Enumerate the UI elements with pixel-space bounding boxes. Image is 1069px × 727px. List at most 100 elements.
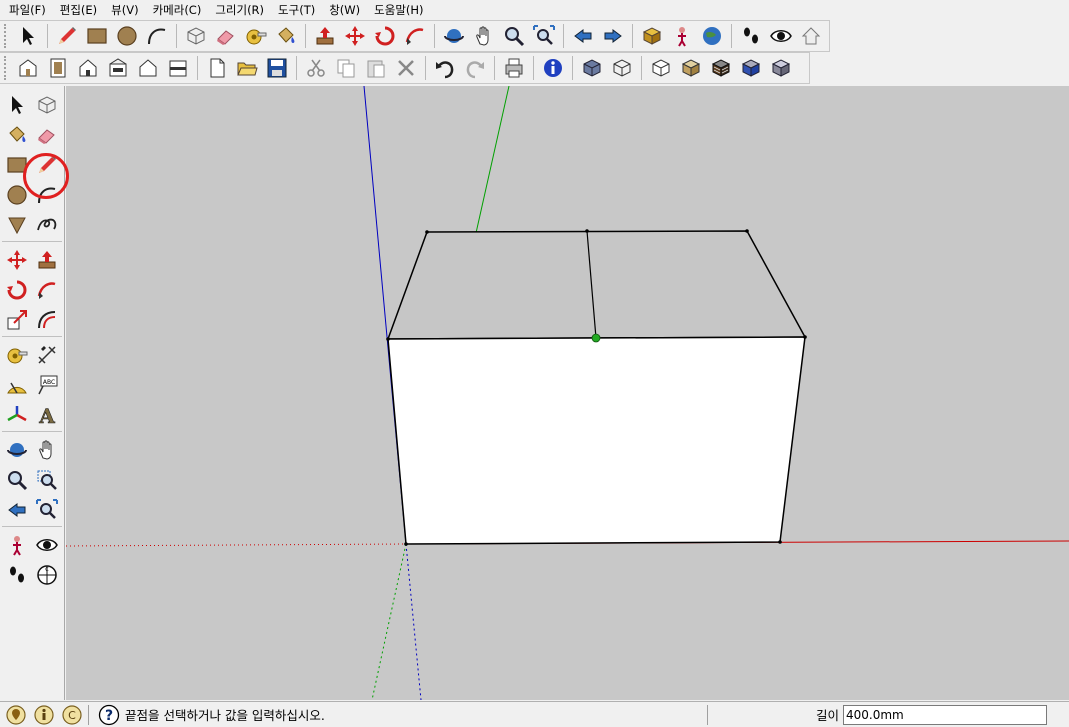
select-arrow-icon[interactable]	[13, 22, 43, 50]
next-view-icon[interactable]	[598, 22, 628, 50]
arc-icon[interactable]	[32, 180, 62, 210]
paint-bucket-icon[interactable]	[2, 120, 32, 150]
pan-hand-icon[interactable]	[32, 435, 62, 465]
arc-icon[interactable]	[142, 22, 172, 50]
paint-bucket-icon[interactable]	[271, 22, 301, 50]
shaded-texture-icon[interactable]	[706, 54, 736, 82]
right-view-icon[interactable]	[103, 54, 133, 82]
geo-location-icon[interactable]	[4, 703, 28, 727]
look-around-icon[interactable]	[766, 22, 796, 50]
zoom-icon[interactable]	[499, 22, 529, 50]
wireframe-icon[interactable]	[607, 54, 637, 82]
box-top-face[interactable]	[386, 230, 807, 340]
cut-icon[interactable]	[301, 54, 331, 82]
rectangle-icon[interactable]	[2, 150, 32, 180]
scale-icon[interactable]	[2, 305, 32, 335]
freehand-icon[interactable]	[32, 210, 62, 240]
move-icon[interactable]	[2, 245, 32, 275]
rotate-icon[interactable]	[2, 275, 32, 305]
top-view-icon[interactable]	[43, 54, 73, 82]
walk-icon[interactable]	[736, 22, 766, 50]
toolbar-grip[interactable]	[4, 56, 10, 80]
section-plane-icon[interactable]: C	[32, 560, 62, 590]
circle-icon[interactable]	[112, 22, 142, 50]
menu-item-0[interactable]: 파일(F)	[2, 0, 53, 20]
menu-item-2[interactable]: 뷰(V)	[104, 0, 145, 20]
credits-icon[interactable]	[32, 703, 56, 727]
pencil-line-icon[interactable]	[52, 22, 82, 50]
menu-item-6[interactable]: 창(W)	[322, 0, 367, 20]
select-arrow-icon[interactable]	[2, 90, 32, 120]
dimension-icon[interactable]	[32, 340, 62, 370]
move-icon[interactable]	[340, 22, 370, 50]
orbit-icon[interactable]	[439, 22, 469, 50]
iso-view-icon[interactable]	[13, 54, 43, 82]
measurement-input[interactable]: 400.0mm	[843, 704, 1048, 725]
eraser-icon[interactable]	[32, 120, 62, 150]
help-icon[interactable]: ?	[97, 703, 121, 727]
model-canvas[interactable]	[66, 86, 1069, 700]
follow-me-icon[interactable]	[400, 22, 430, 50]
save-file-icon[interactable]	[262, 54, 292, 82]
monochrome-icon[interactable]	[736, 54, 766, 82]
menu-item-5[interactable]: 도구(T)	[271, 0, 322, 20]
eraser-icon[interactable]	[211, 22, 241, 50]
look-around-icon[interactable]	[32, 530, 62, 560]
pencil-line-icon[interactable]	[32, 150, 62, 180]
undo-icon[interactable]	[430, 54, 460, 82]
polygon-icon[interactable]	[2, 210, 32, 240]
axes-icon[interactable]	[2, 400, 32, 430]
position-camera-icon[interactable]	[2, 530, 32, 560]
zoom-extents-icon[interactable]	[529, 22, 559, 50]
front-view-icon[interactable]	[73, 54, 103, 82]
zoom-window-icon[interactable]	[32, 465, 62, 495]
circle-icon[interactable]	[2, 180, 32, 210]
get-models-icon[interactable]	[637, 22, 667, 50]
xray-box-icon[interactable]	[766, 54, 796, 82]
drawing-viewport[interactable]	[66, 86, 1069, 700]
make-component-icon[interactable]	[32, 90, 62, 120]
google-earth-icon[interactable]	[697, 22, 727, 50]
rotate-icon[interactable]	[370, 22, 400, 50]
left-view-icon[interactable]	[163, 54, 193, 82]
tape-measure-icon[interactable]	[241, 22, 271, 50]
menu-item-7[interactable]: 도움말(H)	[367, 0, 430, 20]
protractor-icon[interactable]	[2, 370, 32, 400]
shaded-icon[interactable]	[676, 54, 706, 82]
user-icon[interactable]: C	[60, 703, 84, 727]
back-view-icon[interactable]	[133, 54, 163, 82]
menu-item-4[interactable]: 그리기(R)	[208, 0, 271, 20]
walk-icon[interactable]	[2, 560, 32, 590]
follow-me-icon[interactable]	[32, 275, 62, 305]
share-model-icon[interactable]	[796, 22, 826, 50]
copy-icon[interactable]	[331, 54, 361, 82]
pan-hand-icon[interactable]	[469, 22, 499, 50]
3d-text-icon[interactable]: A	[32, 400, 62, 430]
text-label-icon[interactable]: ABC	[32, 370, 62, 400]
hidden-line-icon[interactable]	[646, 54, 676, 82]
print-icon[interactable]	[499, 54, 529, 82]
menu-item-3[interactable]: 카메라(C)	[146, 0, 209, 20]
push-pull-icon[interactable]	[32, 245, 62, 275]
offset-icon[interactable]	[32, 305, 62, 335]
rectangle-icon[interactable]	[82, 22, 112, 50]
make-component-icon[interactable]	[181, 22, 211, 50]
paste-icon[interactable]	[361, 54, 391, 82]
zoom-icon[interactable]	[2, 465, 32, 495]
position-camera-icon[interactable]	[667, 22, 697, 50]
toolbar-grip[interactable]	[4, 24, 10, 48]
orbit-icon[interactable]	[2, 435, 32, 465]
info-icon[interactable]	[538, 54, 568, 82]
new-file-icon[interactable]	[202, 54, 232, 82]
open-file-icon[interactable]	[232, 54, 262, 82]
zoom-extents-icon[interactable]	[32, 495, 62, 525]
delete-icon[interactable]	[391, 54, 421, 82]
tape-measure-icon[interactable]	[2, 340, 32, 370]
previous-view-icon[interactable]	[2, 495, 32, 525]
redo-icon[interactable]	[460, 54, 490, 82]
xray-icon[interactable]	[577, 54, 607, 82]
previous-view-icon[interactable]	[568, 22, 598, 50]
menu-item-1[interactable]: 편집(E)	[53, 0, 104, 20]
push-pull-icon[interactable]	[310, 22, 340, 50]
box-front-face[interactable]	[387, 336, 806, 545]
